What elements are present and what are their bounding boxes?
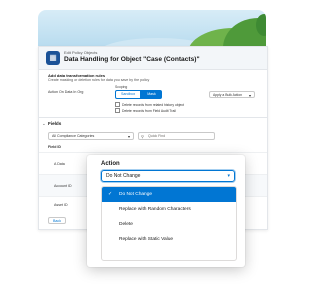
section-subtitle: Create masking or deletion rules for dat… [48,78,150,82]
option-delete[interactable]: Delete [102,217,236,232]
back-button[interactable]: Back [48,217,66,224]
mask-toggle-button[interactable]: Mask [141,90,162,99]
option-replace-random[interactable]: Replace with Random Characters [102,202,236,217]
category-select-value: All Compliance Categories [52,134,95,138]
compliance-category-select[interactable]: All Compliance Categories ▾ [48,132,134,140]
checkbox[interactable] [115,102,120,107]
option-label: Replace with Random Characters [119,207,191,212]
row-label: Account ID [54,184,72,188]
bulk-action-label: Apply a Bulk Action [213,93,243,97]
action-popup: Action Do Not Change ▾ ✓ Do Not Change R… [87,155,245,267]
bulk-action-button[interactable]: Apply a Bulk Action ▾ [209,91,255,98]
action-select-value: Do Not Change [106,173,141,179]
sandbox-toggle-button[interactable]: Sandbox [115,90,142,99]
chevron-down-icon: ▾ [227,173,230,179]
action-options-list: ✓ Do Not Change Replace with Random Char… [101,186,237,261]
fields-section-title[interactable]: Fields [48,121,61,126]
chevron-down-icon: ▾ [248,93,251,98]
popup-title: Action [101,161,120,167]
option-do-not-change[interactable]: ✓ Do Not Change [102,187,236,202]
scope-label: Scoping [115,85,128,89]
checkbox-label: Delete records from related history obje… [122,102,184,107]
mode-toggle-group: Sandbox Mask [115,90,162,99]
row-label: A Data [54,162,65,166]
checkbox[interactable] [115,108,120,113]
decorative-tree [256,14,266,36]
page-title: Data Handling for Object "Case (Contacts… [64,56,200,63]
checkmark-icon: ✓ [108,191,113,197]
action-on-data-label: Action On Data In Org [48,90,84,94]
checkbox-label: Delete records from Field Audit Trail [122,108,176,113]
option-label: Replace with Static Value [119,237,174,242]
breadcrumb[interactable]: Edit Policy Objects [64,50,97,55]
audit-trail-delete-option[interactable]: Delete records from Field Audit Trail [115,108,176,113]
history-delete-option[interactable]: Delete records from related history obje… [115,102,184,107]
chevron-down-icon: ▾ [127,134,130,139]
section-divider [39,117,267,118]
search-icon: ⚲ [141,134,144,139]
quick-find-input[interactable]: ⚲ Quick Find [138,132,215,140]
chevron-down-icon[interactable]: ⌄ [42,121,46,127]
action-select[interactable]: Do Not Change ▾ [101,170,235,182]
quick-find-placeholder: Quick Find [148,134,166,138]
page-header: ▦ Edit Policy Objects Data Handling for … [39,47,267,70]
option-label: Delete [119,222,133,227]
decorative-banner [38,10,266,46]
field-id-column-header: Field ID [48,145,61,149]
row-label: Asset ID [54,203,68,207]
policy-icon: ▦ [46,51,60,65]
option-label: Do Not Change [119,192,153,197]
option-replace-static[interactable]: Replace with Static Value [102,232,236,247]
